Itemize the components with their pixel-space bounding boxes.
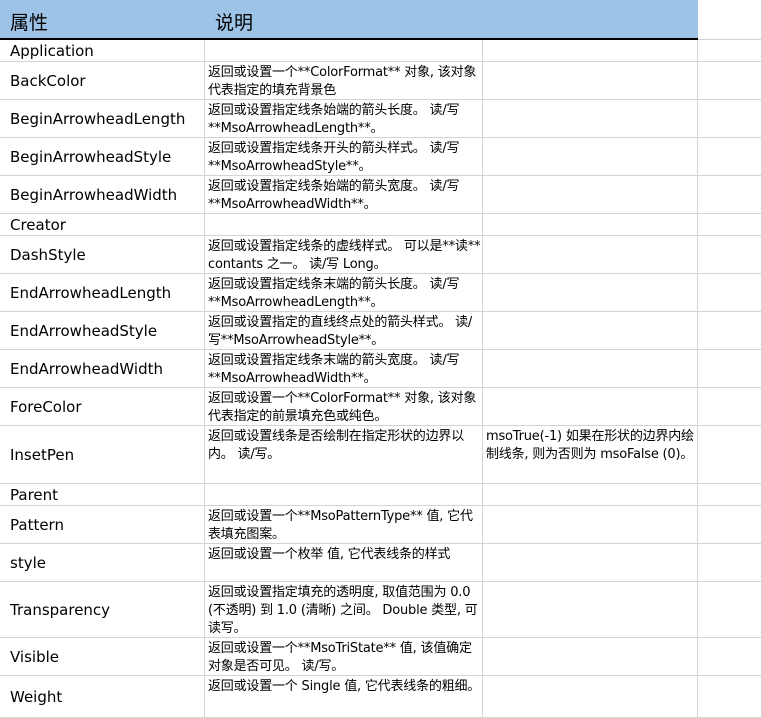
empty-cell[interactable] bbox=[698, 676, 762, 718]
empty-cell[interactable] bbox=[698, 236, 762, 274]
description-cell[interactable]: 返回或设置一个**MsoPatternType** 值, 它代表填充图案。 bbox=[205, 506, 483, 544]
empty-cell[interactable] bbox=[698, 274, 762, 312]
property-cell[interactable]: BeginArrowheadLength bbox=[0, 100, 205, 138]
description-cell[interactable]: 返回或设置指定线条始端的箭头宽度。 读/写**MsoArrowheadWidth… bbox=[205, 176, 483, 214]
extra-cell[interactable] bbox=[483, 100, 698, 138]
empty-cell[interactable] bbox=[698, 138, 762, 176]
empty-cell[interactable] bbox=[698, 484, 762, 506]
empty-cell[interactable] bbox=[698, 40, 762, 62]
description-cell[interactable]: 返回或设置指定线条的虚线样式。 可以是**读** contants 之一。 读/… bbox=[205, 236, 483, 274]
extra-cell[interactable]: msoTrue(-1) 如果在形状的边界内绘制线条, 则为否则为 msoFals… bbox=[483, 426, 698, 484]
property-cell[interactable]: BeginArrowheadStyle bbox=[0, 138, 205, 176]
extra-cell[interactable] bbox=[483, 176, 698, 214]
property-cell[interactable]: ForeColor bbox=[0, 388, 205, 426]
extra-cell[interactable] bbox=[483, 582, 698, 638]
description-cell[interactable]: 返回或设置指定填充的透明度, 取值范围为 0.0 (不透明) 到 1.0 (清晰… bbox=[205, 582, 483, 638]
property-cell[interactable]: EndArrowheadStyle bbox=[0, 312, 205, 350]
description-cell[interactable] bbox=[205, 484, 483, 506]
extra-cell[interactable] bbox=[483, 214, 698, 236]
empty-cell[interactable] bbox=[698, 214, 762, 236]
empty-cell[interactable] bbox=[698, 638, 762, 676]
extra-cell[interactable] bbox=[483, 350, 698, 388]
description-cell[interactable]: 返回或设置指定线条开头的箭头样式。 读/写**MsoArrowheadStyle… bbox=[205, 138, 483, 176]
property-cell[interactable]: Pattern bbox=[0, 506, 205, 544]
empty-cell[interactable] bbox=[698, 100, 762, 138]
extra-cell[interactable] bbox=[483, 62, 698, 100]
property-cell[interactable]: Creator bbox=[0, 214, 205, 236]
description-cell[interactable]: 返回或设置指定线条末端的箭头宽度。 读/写**MsoArrowheadWidth… bbox=[205, 350, 483, 388]
extra-cell[interactable] bbox=[483, 40, 698, 62]
description-cell[interactable] bbox=[205, 214, 483, 236]
column-divider bbox=[697, 40, 698, 718]
extra-cell[interactable] bbox=[483, 638, 698, 676]
header-property-label: 属性 bbox=[10, 12, 49, 34]
property-cell[interactable]: style bbox=[0, 544, 205, 582]
extra-cell[interactable] bbox=[483, 544, 698, 582]
description-cell[interactable]: 返回或设置指定线条始端的箭头长度。 读/写**MsoArrowheadLengt… bbox=[205, 100, 483, 138]
property-cell[interactable]: BackColor bbox=[0, 62, 205, 100]
description-cell[interactable]: 返回或设置一个 Single 值, 它代表线条的粗细。 bbox=[205, 676, 483, 718]
property-cell[interactable]: Application bbox=[0, 40, 205, 62]
extra-cell[interactable] bbox=[483, 484, 698, 506]
description-cell[interactable]: 返回或设置一个枚举 值, 它代表线条的样式 bbox=[205, 544, 483, 582]
empty-cell[interactable] bbox=[698, 312, 762, 350]
extra-cell[interactable] bbox=[483, 506, 698, 544]
description-cell[interactable]: 返回或设置线条是否绘制在指定形状的边界以内。 读/写。 bbox=[205, 426, 483, 484]
empty-cell[interactable] bbox=[698, 350, 762, 388]
empty-cell[interactable] bbox=[698, 176, 762, 214]
empty-cell[interactable] bbox=[698, 0, 762, 40]
extra-cell[interactable] bbox=[483, 138, 698, 176]
property-cell[interactable]: Visible bbox=[0, 638, 205, 676]
property-cell[interactable]: DashStyle bbox=[0, 236, 205, 274]
header-description-cell[interactable]: 说明 bbox=[205, 0, 698, 40]
description-cell[interactable]: 返回或设置指定的直线终点处的箭头样式。 读/写**MsoArrowheadSty… bbox=[205, 312, 483, 350]
description-cell[interactable]: 返回或设置一个**ColorFormat** 对象, 该对象代表指定的填充背景色 bbox=[205, 62, 483, 100]
extra-cell[interactable] bbox=[483, 312, 698, 350]
property-cell[interactable]: EndArrowheadLength bbox=[0, 274, 205, 312]
header-property-cell[interactable]: 属性 bbox=[0, 0, 205, 40]
empty-cell[interactable] bbox=[698, 582, 762, 638]
header-description-label: 说明 bbox=[215, 12, 254, 34]
empty-cell[interactable] bbox=[698, 388, 762, 426]
property-cell[interactable]: BeginArrowheadWidth bbox=[0, 176, 205, 214]
extra-cell[interactable] bbox=[483, 274, 698, 312]
empty-cell[interactable] bbox=[698, 426, 762, 484]
description-cell[interactable]: 返回或设置一个**MsoTriState** 值, 该值确定对象是否可见。 读/… bbox=[205, 638, 483, 676]
property-cell[interactable]: EndArrowheadWidth bbox=[0, 350, 205, 388]
empty-cell[interactable] bbox=[698, 506, 762, 544]
spreadsheet: 属性 说明 Application BackColor 返回或设置一个**Color… bbox=[0, 0, 762, 718]
description-cell[interactable] bbox=[205, 40, 483, 62]
extra-cell[interactable] bbox=[483, 236, 698, 274]
property-cell[interactable]: Weight bbox=[0, 676, 205, 718]
extra-cell[interactable] bbox=[483, 676, 698, 718]
empty-cell[interactable] bbox=[698, 544, 762, 582]
description-cell[interactable]: 返回或设置一个**ColorFormat** 对象, 该对象代表指定的前景填充色… bbox=[205, 388, 483, 426]
empty-cell[interactable] bbox=[698, 62, 762, 100]
extra-cell[interactable] bbox=[483, 388, 698, 426]
property-cell[interactable]: InsetPen bbox=[0, 426, 205, 484]
description-cell[interactable]: 返回或设置指定线条末端的箭头长度。 读/写**MsoArrowheadLengt… bbox=[205, 274, 483, 312]
property-cell[interactable]: Parent bbox=[0, 484, 205, 506]
property-cell[interactable]: Transparency bbox=[0, 582, 205, 638]
